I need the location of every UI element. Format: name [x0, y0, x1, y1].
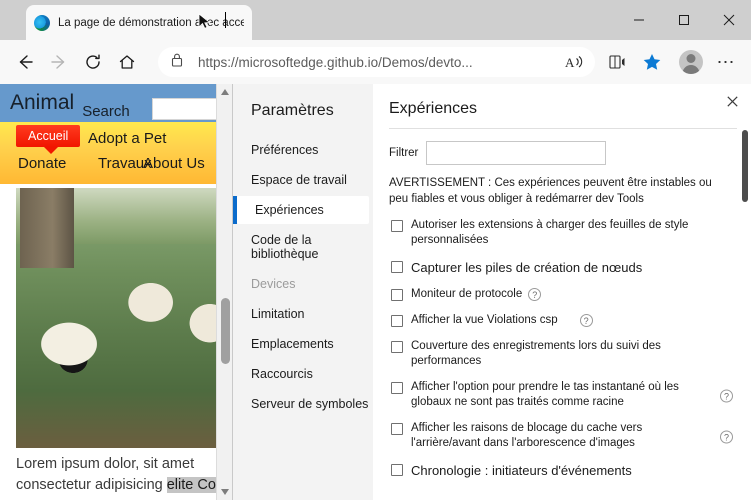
window-controls — [616, 0, 751, 40]
checkbox-capture-node-stacks[interactable] — [391, 261, 403, 273]
browser-toolbar: https://microsoftedge.github.io/Demos/de… — [0, 40, 751, 84]
sidebar-item-throttling[interactable]: Limitation — [237, 300, 369, 328]
url-full: https://microsoftedge.github.io/Demos/de… — [198, 54, 473, 70]
experiment-label: Chronologie : initiateurs d'événements — [411, 463, 632, 478]
svg-text:A: A — [565, 55, 575, 70]
tooltip-accueil: Accueil — [16, 125, 81, 154]
sheep-photo — [16, 188, 220, 448]
edge-icon — [34, 14, 50, 31]
experiment-row[interactable]: Autoriser les extensions à charger des f… — [389, 218, 737, 248]
experiment-label: Afficher les raisons de blocage du cache… — [411, 422, 643, 449]
refresh-icon[interactable] — [76, 45, 110, 79]
lock-icon — [170, 52, 186, 73]
checkbox-timeline-event-initiators[interactable] — [391, 464, 403, 476]
close-icon[interactable] — [721, 90, 743, 112]
close-button[interactable] — [706, 0, 751, 40]
help-icon[interactable]: ? — [528, 288, 542, 301]
sidebar-item-experiences[interactable]: Expériences — [233, 196, 369, 224]
read-aloud-icon[interactable]: A — [559, 53, 589, 71]
checkbox-csp-violations[interactable] — [391, 315, 403, 327]
page-header: Animal Search — [0, 84, 232, 122]
sidebar-item-devices[interactable]: Devices — [237, 270, 369, 298]
experiment-label: Capturer les piles de création de nœuds — [411, 260, 643, 275]
filter-label: Filtrer — [389, 147, 419, 159]
forward-arrow-icon — [42, 45, 76, 79]
experiences-panel: Expériences Filtrer AVERTISSEMENT : Ces … — [373, 84, 751, 500]
page-scrollbar[interactable] — [216, 84, 232, 500]
panel-scrollbar-thumb[interactable] — [742, 130, 748, 202]
settings-sidebar: Paramètres Préférences Espace de travail… — [233, 84, 373, 500]
text-caret — [225, 12, 226, 28]
nav-item-donate[interactable]: Donate — [18, 155, 66, 172]
maximize-button[interactable] — [661, 0, 706, 40]
body-line-2: consectetur adipisicing — [16, 477, 167, 493]
experiment-row[interactable]: Afficher les raisons de blocage du cache… — [389, 421, 737, 451]
sidebar-item-locations[interactable]: Emplacements — [237, 330, 369, 358]
experiment-label: Afficher la vue Violations csp — [411, 314, 558, 326]
experiment-label: Autoriser les extensions à charger des f… — [411, 219, 689, 246]
page-body-text: Lorem ipsum dolor, sit amet consectetur … — [16, 454, 226, 496]
checkbox-bfcache-blocking[interactable] — [391, 423, 403, 435]
web-page: Animal Search Adopt a Pet Donate Travaux… — [0, 84, 232, 500]
url-text: https://microsoftedge.github.io/Demos/de… — [198, 55, 559, 70]
page-nav: Adopt a Pet Donate Travaux About Us Accu… — [0, 122, 232, 184]
address-bar[interactable]: https://microsoftedge.github.io/Demos/de… — [158, 47, 595, 77]
minimize-button[interactable] — [616, 0, 661, 40]
settings-title: Paramètres — [251, 102, 334, 119]
sidebar-item-workspace[interactable]: Espace de travail — [237, 166, 369, 194]
browser-tab[interactable]: La page de démonstration avec accessibil… — [26, 5, 252, 40]
home-icon[interactable] — [110, 45, 144, 79]
help-icon[interactable]: ? — [579, 314, 593, 327]
immersive-reader-icon[interactable] — [601, 45, 635, 79]
ellipsis-icon[interactable]: ⋯ — [709, 52, 743, 73]
page-scroll-thumb[interactable] — [221, 298, 230, 364]
viewport: Animal Search Adopt a Pet Donate Travaux… — [0, 84, 751, 500]
experiment-row[interactable]: Afficher la vue Violations csp ? — [389, 313, 737, 328]
nav-item-about[interactable]: About Us — [143, 155, 205, 172]
avatar[interactable] — [679, 50, 703, 74]
filter-input[interactable] — [426, 141, 607, 165]
help-icon[interactable]: ? — [720, 389, 733, 403]
checkbox-protocol-monitor[interactable] — [391, 289, 403, 301]
sidebar-item-shortcuts[interactable]: Raccourcis — [237, 360, 369, 388]
experiment-row[interactable]: Couverture des enregistrements lors du s… — [389, 339, 737, 369]
sidebar-item-symbol-server[interactable]: Serveur de symboles — [237, 390, 369, 418]
browser-window: La page de démonstration avec accessibil… — [0, 0, 751, 500]
tab-title: La page de démonstration avec accessibil… — [58, 16, 244, 29]
scroll-down-icon[interactable] — [217, 484, 232, 500]
page-title: Expériences — [389, 100, 478, 117]
filter-row: Filtrer — [389, 141, 737, 165]
checkbox-allow-extensions[interactable] — [391, 220, 403, 232]
divider — [389, 128, 737, 129]
experiment-label: Moniteur de protocole — [411, 288, 523, 300]
warning-text: AVERTISSEMENT : Ces expériences peuvent … — [389, 177, 712, 205]
body-line-1: Lorem ipsum dolor, sit amet — [16, 456, 195, 472]
sidebar-item-preferences[interactable]: Préférences — [237, 136, 369, 164]
checkbox-record-coverage[interactable] — [391, 341, 403, 353]
help-icon[interactable]: ? — [720, 430, 733, 444]
experiment-row[interactable]: Afficher l'option pour prendre le tas in… — [389, 380, 737, 410]
experiment-label: Afficher l'option pour prendre le tas in… — [411, 381, 679, 408]
experiment-row[interactable]: Chronologie : initiateurs d'événements — [389, 462, 737, 479]
experiment-row[interactable]: Moniteur de protocole ? — [389, 287, 737, 302]
experiment-label: Couverture des enregistrements lors du s… — [411, 340, 661, 367]
checkbox-heap-snapshot-globals[interactable] — [391, 382, 403, 394]
scroll-up-icon[interactable] — [217, 84, 232, 100]
selected-text: elite Co — [166, 477, 216, 493]
devtools-settings: Paramètres Préférences Espace de travail… — [232, 84, 751, 500]
sidebar-item-library-code[interactable]: Code de la bibliothèque — [237, 226, 369, 268]
experiment-row[interactable]: Capturer les piles de création de nœuds — [389, 259, 737, 276]
title-bar: La page de démonstration avec accessibil… — [0, 0, 751, 40]
nav-item-adopt[interactable]: Adopt a Pet — [88, 130, 166, 147]
star-icon[interactable] — [635, 45, 669, 79]
back-arrow-icon[interactable] — [8, 45, 42, 79]
page-logo: Animal — [10, 91, 75, 114]
search-label: Search — [82, 102, 130, 120]
